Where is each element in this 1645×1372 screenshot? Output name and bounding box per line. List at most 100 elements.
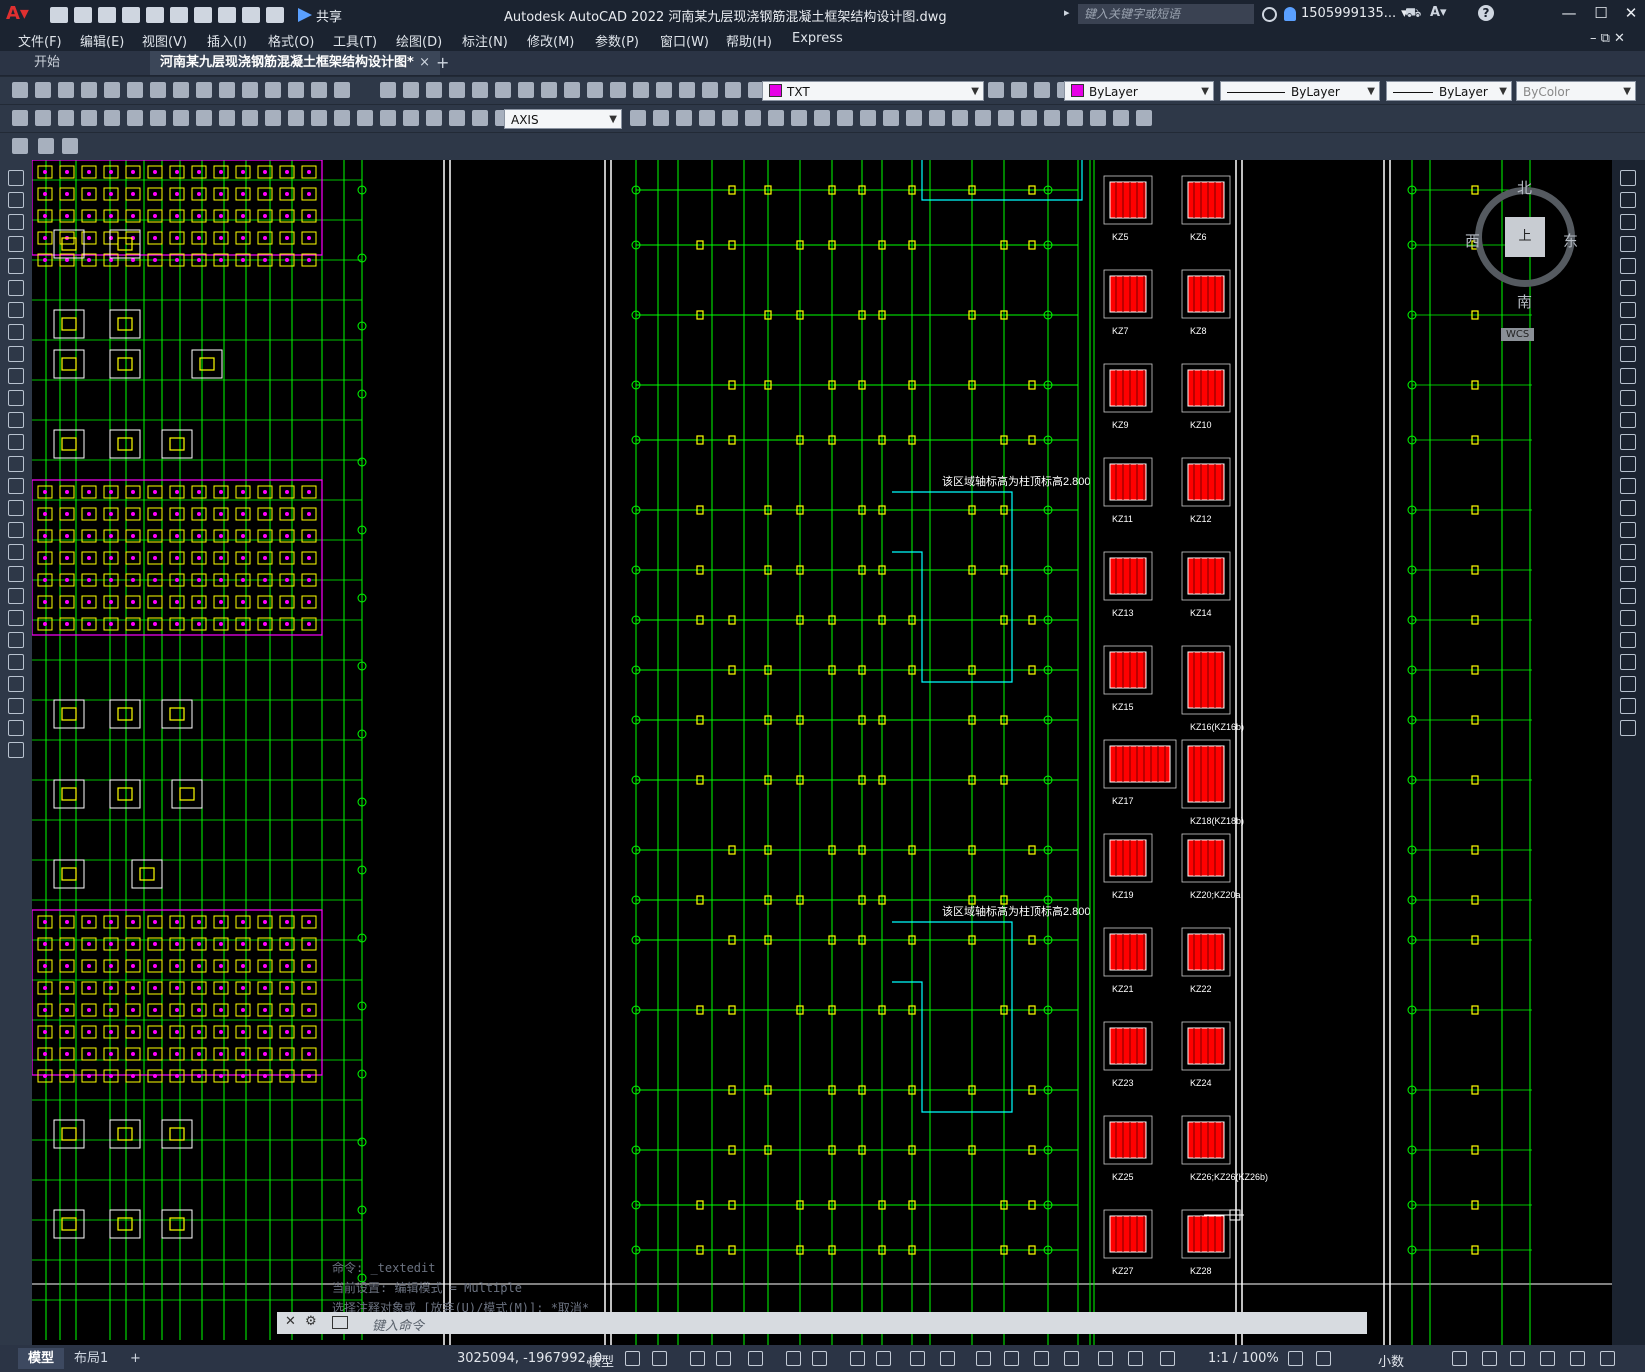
draw-tool-icon[interactable]	[8, 258, 24, 274]
status-toggle-icon[interactable]	[1540, 1351, 1555, 1366]
toolbar-tool-icon[interactable]	[311, 82, 327, 98]
share-button[interactable]: 共享	[298, 6, 342, 25]
dimension-tool-icon[interactable]	[334, 110, 350, 126]
status-toggle-icon[interactable]	[1600, 1351, 1615, 1366]
menu-draw[interactable]: 绘图(D)	[396, 31, 442, 50]
toolbar-tool-icon[interactable]	[472, 82, 488, 98]
menu-parameter[interactable]: 参数(P)	[595, 31, 639, 50]
search-input[interactable]: 键入关键字或短语	[1078, 4, 1254, 24]
toolbar-tool-icon[interactable]	[656, 82, 672, 98]
status-toggle-icon[interactable]	[1064, 1351, 1079, 1366]
status-toggle-icon[interactable]	[748, 1351, 763, 1366]
draw-tool-icon[interactable]	[8, 412, 24, 428]
dimension-tool-icon[interactable]	[242, 110, 258, 126]
toolbar-tool-icon[interactable]	[587, 82, 603, 98]
menu-tools[interactable]: 工具(T)	[333, 31, 377, 50]
view-tool-icon[interactable]	[791, 110, 807, 126]
plot-icon[interactable]	[194, 7, 212, 23]
command-history-icon[interactable]	[332, 1316, 348, 1329]
color-dropdown[interactable]: ByLayer ▼	[1064, 81, 1214, 101]
draw-tool-icon[interactable]	[8, 676, 24, 692]
modify-tool-icon[interactable]	[1620, 544, 1636, 560]
draw-tool-icon[interactable]	[8, 390, 24, 406]
modify-tool-icon[interactable]	[1620, 676, 1636, 692]
draw-tool-icon[interactable]	[8, 478, 24, 494]
menu-help[interactable]: 帮助(H)	[726, 31, 772, 50]
draw-tool-icon[interactable]	[8, 566, 24, 582]
new-tab-button[interactable]: +	[436, 53, 449, 72]
viewcube-east[interactable]: 东	[1563, 230, 1578, 251]
close-command-icon[interactable]: ✕	[285, 1314, 296, 1329]
toolbar-tool-icon[interactable]	[150, 82, 166, 98]
status-toggle-icon[interactable]	[716, 1351, 731, 1366]
units-dropdown[interactable]: 小数	[1378, 1351, 1404, 1370]
dimension-tool-icon[interactable]	[380, 110, 396, 126]
layer-tool-icon[interactable]	[1034, 82, 1050, 98]
view-tool-icon[interactable]	[630, 110, 646, 126]
draw-tool-icon[interactable]	[8, 368, 24, 384]
save-icon[interactable]	[98, 7, 116, 23]
dimension-tool-icon[interactable]	[150, 110, 166, 126]
view-tool-icon[interactable]	[1136, 110, 1152, 126]
view-tool-icon[interactable]	[860, 110, 876, 126]
status-toggle-icon[interactable]	[1004, 1351, 1019, 1366]
dimension-tool-icon[interactable]	[426, 110, 442, 126]
search-expand-icon[interactable]: ▸	[1064, 6, 1070, 19]
dimension-tool-icon[interactable]	[403, 110, 419, 126]
modify-tool-icon[interactable]	[1620, 324, 1636, 340]
draw-tool-icon[interactable]	[8, 280, 24, 296]
dimension-tool-icon[interactable]	[127, 110, 143, 126]
toolbar-tool-icon[interactable]	[518, 82, 534, 98]
toolbar-tool-icon[interactable]	[127, 82, 143, 98]
draw-tool-icon[interactable]	[8, 192, 24, 208]
status-toggle-icon[interactable]	[910, 1351, 925, 1366]
toolbar-tool-icon[interactable]	[380, 82, 396, 98]
modify-tool-icon[interactable]	[1620, 192, 1636, 208]
maximize-icon[interactable]: ☐	[1587, 4, 1615, 22]
menu-express[interactable]: Express	[792, 31, 843, 46]
tab-model[interactable]: 模型	[18, 1348, 65, 1369]
dimstyle-dropdown[interactable]: AXIS ▼	[504, 109, 622, 129]
undo-icon[interactable]	[218, 7, 236, 23]
add-layout-button[interactable]: +	[120, 1348, 151, 1369]
status-toggle-icon[interactable]	[1316, 1351, 1331, 1366]
draw-tool-icon[interactable]	[8, 214, 24, 230]
redo-icon[interactable]	[242, 7, 260, 23]
draw-tool-icon[interactable]	[8, 544, 24, 560]
modify-tool-icon[interactable]	[1620, 588, 1636, 604]
modify-tool-icon[interactable]	[1620, 522, 1636, 538]
modify-tool-icon[interactable]	[1620, 500, 1636, 516]
modify-tool-icon[interactable]	[1620, 632, 1636, 648]
modify-tool-icon[interactable]	[1620, 654, 1636, 670]
toolbar-tool-icon[interactable]	[12, 82, 28, 98]
modify-tool-icon[interactable]	[1620, 412, 1636, 428]
draw-tool-icon[interactable]	[8, 500, 24, 516]
status-toggle-icon[interactable]	[1128, 1351, 1143, 1366]
minimize-icon[interactable]: —	[1555, 4, 1583, 22]
modify-tool-icon[interactable]	[1620, 478, 1636, 494]
dimension-tool-icon[interactable]	[104, 110, 120, 126]
view-tool-icon[interactable]	[952, 110, 968, 126]
view-tool-icon[interactable]	[975, 110, 991, 126]
menu-view[interactable]: 视图(V)	[142, 31, 187, 50]
attribute-icon[interactable]	[38, 138, 54, 154]
view-tool-icon[interactable]	[1113, 110, 1129, 126]
autodesk-app-icon[interactable]: A▾	[1430, 5, 1447, 20]
menu-window[interactable]: 窗口(W)	[660, 31, 709, 50]
tab-layout1[interactable]: 布局1	[64, 1348, 118, 1369]
status-toggle-icon[interactable]	[1510, 1351, 1525, 1366]
layer-tool-icon[interactable]	[1011, 82, 1027, 98]
draw-tool-icon[interactable]	[8, 588, 24, 604]
menu-dimension[interactable]: 标注(N)	[462, 31, 508, 50]
dimension-tool-icon[interactable]	[173, 110, 189, 126]
draw-tool-icon[interactable]	[8, 632, 24, 648]
modify-tool-icon[interactable]	[1620, 214, 1636, 230]
menu-file[interactable]: 文件(F)	[18, 31, 62, 50]
draw-tool-icon[interactable]	[8, 302, 24, 318]
draw-tool-icon[interactable]	[8, 434, 24, 450]
status-toggle-icon[interactable]	[1482, 1351, 1497, 1366]
toolbar-tool-icon[interactable]	[426, 82, 442, 98]
viewcube[interactable]: 上 北 南 东 西 WCS	[1465, 175, 1585, 341]
view-tool-icon[interactable]	[1067, 110, 1083, 126]
draw-tool-icon[interactable]	[8, 324, 24, 340]
